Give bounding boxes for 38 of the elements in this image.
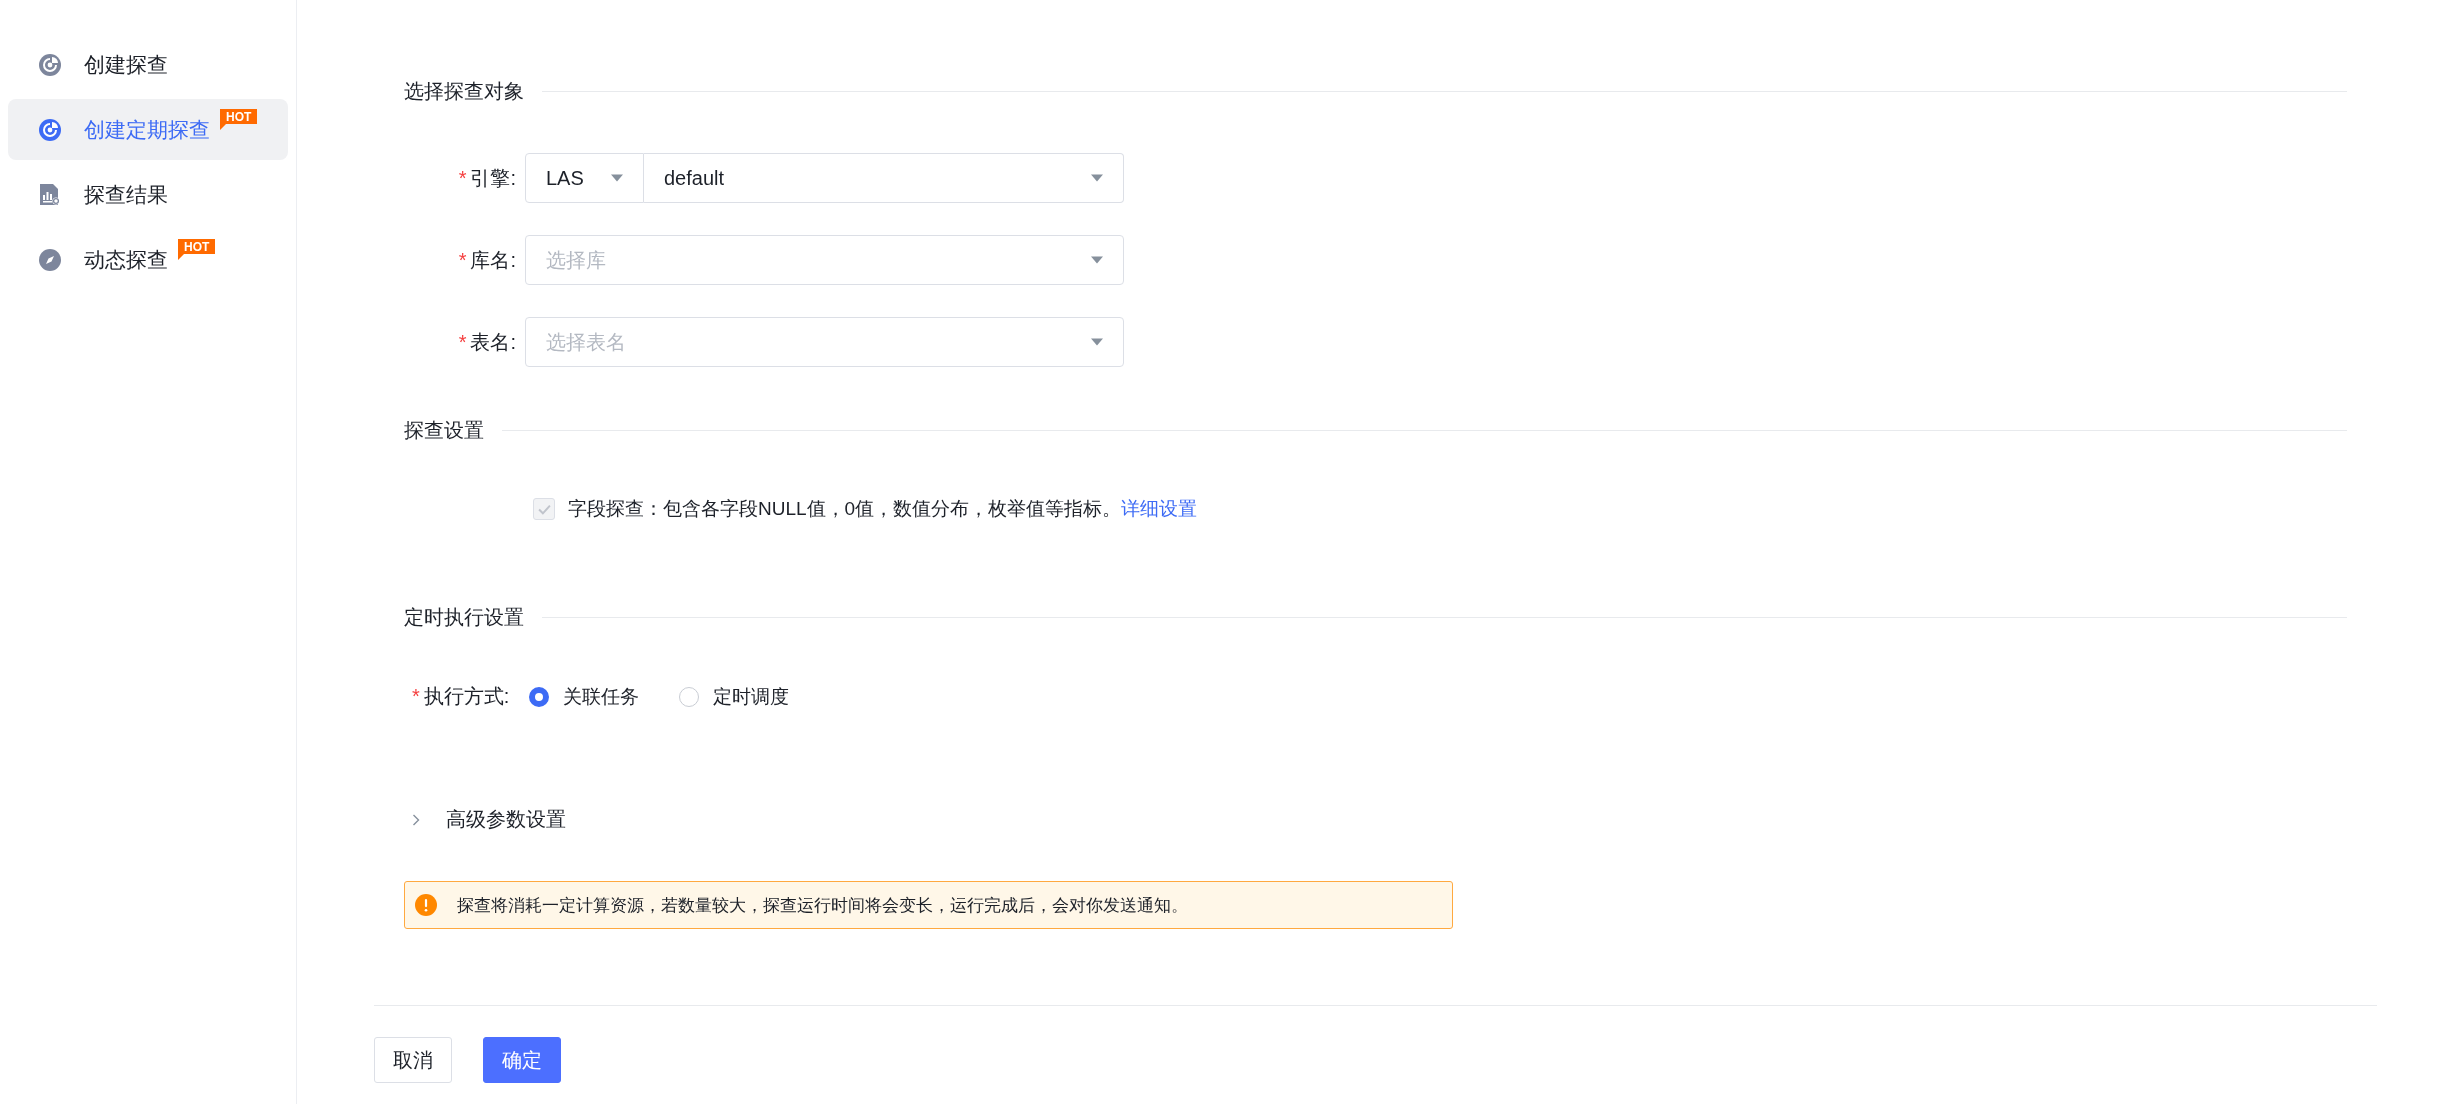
- radio-label: 关联任务: [563, 684, 640, 709]
- chevron-icon: [412, 813, 420, 826]
- select-field[interactable]: LAS: [525, 153, 644, 203]
- compass-icon: [38, 247, 62, 272]
- sidebar-item[interactable]: 探查结果: [8, 164, 288, 225]
- caret-icon: [1091, 174, 1103, 182]
- caret-icon: [1091, 256, 1103, 264]
- alert-text: 探查将消耗一定计算资源，若数量较大，探查运行时间将会变长，运行完成后，会对你发送通知。: [457, 894, 1188, 917]
- advanced-settings-toggle[interactable]: 高级参数设置: [412, 806, 566, 833]
- sidebar-item[interactable]: 动态探查 HOT: [8, 229, 288, 290]
- section-title: 选择探查对象: [404, 79, 524, 104]
- warning-icon: [415, 894, 437, 916]
- radar-icon: [38, 52, 62, 77]
- sidebar-item[interactable]: 创建探查: [8, 34, 288, 95]
- confirm-button[interactable]: 确定: [483, 1037, 561, 1083]
- radar-icon: [38, 117, 62, 142]
- hot-badge: HOT: [178, 239, 216, 260]
- radio-label: 定时调度: [713, 684, 790, 709]
- field-label: 执行方式:: [423, 684, 510, 709]
- required-mark: *: [412, 685, 420, 708]
- field-label: 引擎:: [470, 165, 516, 191]
- section-title: 定时执行设置: [404, 605, 524, 630]
- cancel-button[interactable]: 取消: [374, 1037, 452, 1083]
- sidebar-item[interactable]: 创建定期探查 HOT: [8, 99, 288, 160]
- required-mark: *: [458, 166, 467, 190]
- radio-button[interactable]: [529, 686, 550, 707]
- hot-badge: HOT: [220, 109, 258, 130]
- field-label: 库名:: [470, 247, 516, 273]
- checkmark-icon: [537, 503, 551, 515]
- checkbox-label: 字段探查：包含各字段NULL值，0值，数值分布，枚举值等指标。: [568, 497, 1122, 521]
- chart-search-icon: [38, 182, 62, 207]
- required-mark: *: [458, 330, 467, 354]
- select-field[interactable]: default: [644, 153, 1124, 203]
- field-label: 表名:: [470, 329, 516, 355]
- required-mark: *: [458, 248, 467, 272]
- caret-icon: [611, 174, 623, 182]
- caret-icon: [1091, 338, 1103, 346]
- section-title: 探查设置: [404, 418, 484, 443]
